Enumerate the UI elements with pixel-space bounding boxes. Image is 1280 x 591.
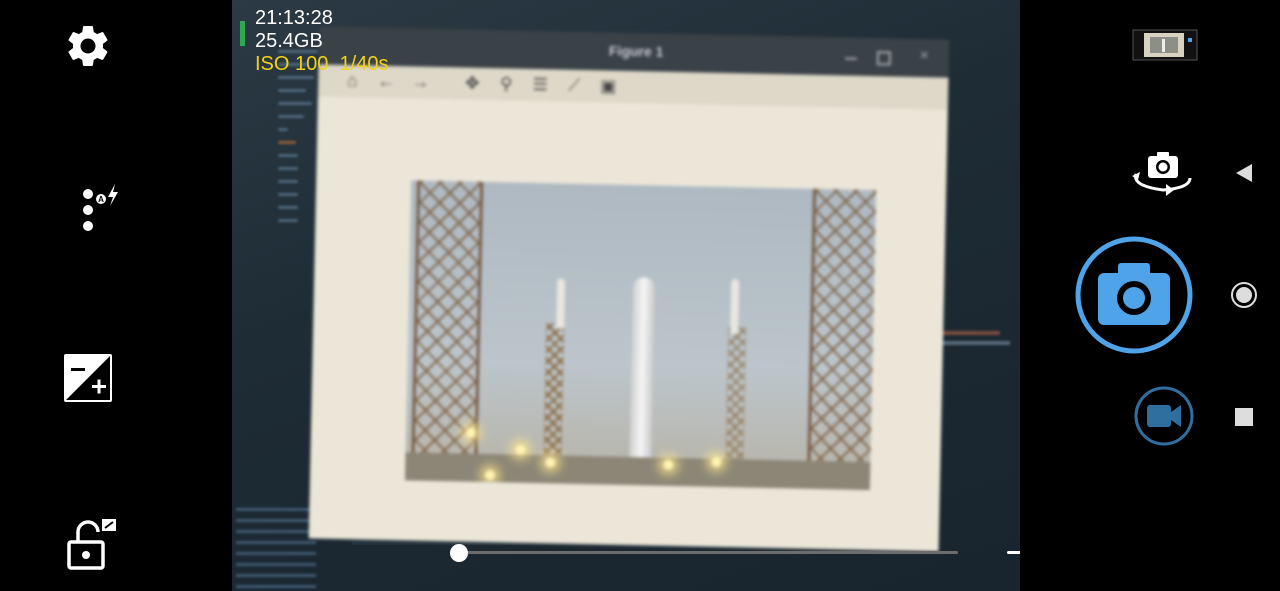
- rocket-launch-image: [404, 180, 877, 491]
- iso-value: ISO 100: [255, 53, 329, 75]
- shutter-speed: 1/40s: [339, 53, 389, 75]
- svg-text:A: A: [98, 195, 104, 204]
- video-camera-icon: [1134, 386, 1194, 446]
- shutter-button[interactable]: [1074, 235, 1194, 355]
- free-storage: 25.4GB: [255, 30, 323, 52]
- gear-icon: [68, 25, 108, 66]
- left-control-bar: A: [0, 0, 232, 591]
- pan-icon: ✥: [464, 73, 480, 93]
- zoom-slider-thumb[interactable]: [450, 544, 468, 562]
- nav-back-button[interactable]: [1234, 162, 1254, 184]
- settings-button[interactable]: [62, 20, 114, 72]
- camera-status-overlay: 21:13:28 25.4GB ISO 100 1/40s: [255, 7, 388, 76]
- home-circle-icon: [1231, 282, 1257, 308]
- recents-square-icon: [1235, 408, 1253, 426]
- flash-auto-icon: A: [83, 184, 118, 231]
- zoom-icon: ⚲: [499, 74, 513, 94]
- video-record-button[interactable]: [1133, 385, 1195, 447]
- nav-recents-button[interactable]: [1235, 408, 1253, 426]
- subplots-icon: ☰: [532, 74, 549, 95]
- camera-icon: [1075, 236, 1193, 354]
- back-triangle-icon: [1236, 164, 1252, 182]
- rocket: [629, 277, 656, 473]
- unlock-rotation-icon: [67, 519, 116, 570]
- clock-time: 21:13:28: [255, 7, 333, 29]
- zoom-slider-track[interactable]: [458, 551, 958, 554]
- background-code-right: [930, 325, 1020, 365]
- lock-button[interactable]: [64, 516, 118, 572]
- exposure-button[interactable]: [62, 352, 114, 404]
- switch-camera-button[interactable]: [1128, 148, 1198, 198]
- background-code-editor: [232, 40, 322, 490]
- right-control-bar: [1020, 0, 1280, 591]
- exposure-info: ISO 100 1/40s: [255, 53, 388, 76]
- camera-viewfinder[interactable]: Figure 1 × ⌂ ← → ✥ ⚲ ☰ ⟋ ▣: [232, 0, 1020, 591]
- exposure-compensation-icon: [64, 354, 112, 402]
- nav-home-button[interactable]: [1230, 281, 1258, 309]
- storage-indicator: [240, 21, 245, 46]
- flash-mode-button[interactable]: A: [76, 180, 126, 236]
- save-icon: ▣: [600, 76, 617, 96]
- switch-camera-icon: [1132, 152, 1192, 196]
- gallery-button[interactable]: [1132, 28, 1198, 62]
- figure-title: Figure 1: [608, 42, 664, 60]
- line-icon: ⟋: [568, 75, 581, 95]
- gallery-thumbnail: [1132, 29, 1198, 61]
- photographed-figure-window: Figure 1 × ⌂ ← → ✥ ⚲ ☰ ⟋ ▣: [308, 26, 950, 552]
- forward-arrow-icon: →: [411, 72, 429, 92]
